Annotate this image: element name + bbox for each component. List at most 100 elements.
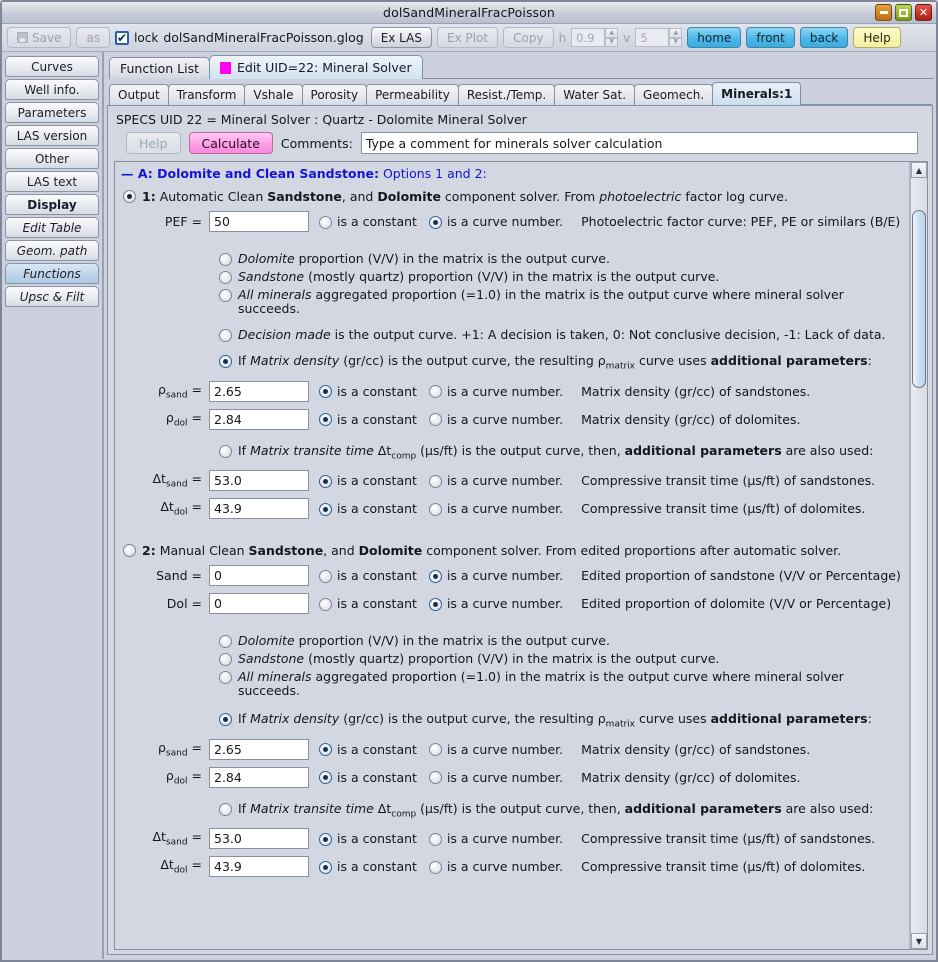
option2-dt-sand-input[interactable]: 53.0 (209, 828, 309, 849)
export-las-button[interactable]: Ex LAS (370, 27, 432, 48)
option1-radio[interactable] (123, 190, 136, 203)
option1-dt-dol-constant-option[interactable]: is a constant (319, 501, 417, 516)
option1-rho-sand-constant-radio[interactable] (319, 385, 332, 398)
option2-dt-dol-curve-radio[interactable] (428, 860, 442, 874)
option1-dt-dol-curve-option[interactable]: is a curve number. (428, 501, 563, 516)
pef-input[interactable]: 50 (209, 211, 309, 232)
pef-curve-radio[interactable] (428, 215, 442, 229)
option2-choice-sandstone[interactable]: Sandstone (mostly quartz) proportion (V/… (115, 652, 909, 666)
option2-sand-curve-radio[interactable] (428, 569, 442, 583)
tab-resist-temp[interactable]: Resist./Temp. (457, 84, 556, 105)
sidebar-item-upsc-filt[interactable]: Upsc & Filt (5, 286, 99, 307)
option2-rho-dol-constant-option[interactable]: is a constant (319, 770, 417, 785)
h-value[interactable]: 0.9 (571, 28, 606, 47)
option2-rho-sand-constant-radio[interactable] (319, 743, 332, 756)
option1-rho-dol-constant-option[interactable]: is a constant (319, 412, 417, 427)
save-button[interactable]: Save (7, 27, 72, 48)
sidebar-item-other[interactable]: Other (5, 148, 99, 169)
option2-rho-dol-input[interactable]: 2.84 (209, 766, 309, 788)
option2-rho-sand-curve-radio[interactable] (428, 743, 442, 756)
option2-dt-sand-constant-option[interactable]: is a constant (319, 831, 417, 846)
option2-rho-sand-input[interactable]: 2.65 (209, 738, 309, 760)
option1-transit-time-row[interactable]: If Matrix transite time Δtcomp (µs/ft) i… (115, 443, 909, 464)
copy-button[interactable]: Copy (503, 27, 554, 48)
pef-constant-option[interactable]: is a constant (319, 214, 417, 229)
tab-transform[interactable]: Transform (167, 84, 246, 105)
option1-row[interactable]: 1: Automatic Clean Sandstone, and Dolomi… (115, 183, 909, 204)
minimize-button[interactable] (875, 4, 892, 21)
option2-rho-dol-curve-radio[interactable] (428, 771, 442, 784)
tab-minerals[interactable]: Minerals:1 (712, 82, 802, 105)
option1-rho-sand-constant-option[interactable]: is a constant (319, 384, 417, 399)
option2-dt-dol-input[interactable]: 43.9 (209, 856, 309, 877)
option2-rho-dol-constant-radio[interactable] (319, 771, 332, 784)
sidebar-item-well-info[interactable]: Well info. (5, 79, 99, 100)
option2-choice-all-minerals-radio[interactable] (219, 671, 232, 684)
tab-water-sat[interactable]: Water Sat. (554, 84, 636, 105)
option1-choice-dolomite-radio[interactable] (219, 253, 232, 266)
scroll-up-arrow-icon[interactable]: ▲ (911, 162, 927, 178)
option1-choice-decision-made-radio[interactable] (219, 329, 232, 342)
panel-help-button[interactable]: Help (126, 132, 181, 154)
option2-dol-input[interactable]: 0 (209, 593, 309, 614)
sidebar-item-functions[interactable]: Functions (5, 263, 99, 284)
option1-dt-sand-curve-option[interactable]: is a curve number. (428, 473, 563, 488)
option2-dt-sand-curve-option[interactable]: is a curve number. (428, 831, 563, 846)
option2-dt-dol-constant-option[interactable]: is a constant (319, 859, 417, 874)
h-spin-arrows[interactable]: ▲ ▼ (605, 28, 619, 47)
v-spin-arrows[interactable]: ▲ ▼ (669, 28, 683, 47)
option2-rho-sand-curve-option[interactable]: is a curve number. (428, 742, 563, 757)
v-value[interactable]: 5 (635, 28, 670, 47)
v-spin-up-icon[interactable]: ▲ (669, 28, 683, 38)
sidebar-item-curves[interactable]: Curves (5, 56, 99, 77)
option1-rho-dol-curve-option[interactable]: is a curve number. (428, 412, 563, 427)
sidebar-item-las-text[interactable]: LAS text (5, 171, 99, 192)
option2-dt-dol-constant-radio[interactable] (319, 860, 332, 874)
option2-sand-constant-option[interactable]: is a constant (319, 568, 417, 583)
calculate-button[interactable]: Calculate (188, 132, 273, 154)
option1-dt-dol-input[interactable]: 43.9 (209, 498, 309, 519)
lock-checkbox[interactable]: ✔ (115, 30, 130, 45)
export-plot-button[interactable]: Ex Plot (436, 27, 499, 48)
option1-choice-all-minerals-radio[interactable] (219, 289, 232, 302)
option2-sand-input[interactable]: 0 (209, 565, 309, 586)
option1-dt-dol-constant-radio[interactable] (319, 502, 332, 516)
comments-input[interactable]: Type a comment for minerals solver calcu… (360, 132, 918, 154)
option1-dt-sand-constant-option[interactable]: is a constant (319, 473, 417, 488)
option1-choice-decision-made[interactable]: Decision made is the output curve. +1: A… (115, 328, 909, 342)
option2-choice-all-minerals[interactable]: All minerals aggregated proportion (=1.0… (115, 670, 909, 698)
h-stepper[interactable]: 0.9 ▲ ▼ (571, 28, 619, 47)
tab-output[interactable]: Output (109, 84, 169, 105)
option2-dol-curve-radio[interactable] (428, 597, 442, 611)
option2-dt-dol-curve-option[interactable]: is a curve number. (428, 859, 563, 874)
tab-function-list[interactable]: Function List (109, 57, 210, 79)
option2-matrix-density-radio[interactable] (219, 713, 232, 726)
option2-sand-curve-option[interactable]: is a curve number. (428, 568, 563, 583)
option2-sand-constant-radio[interactable] (319, 569, 332, 583)
option1-dt-sand-constant-radio[interactable] (319, 474, 332, 488)
scrollbar-track[interactable] (911, 178, 927, 933)
save-as-button[interactable]: as (76, 27, 111, 48)
option1-rho-dol-input[interactable]: 2.84 (209, 408, 309, 430)
option2-radio[interactable] (123, 544, 136, 557)
option2-dt-sand-curve-radio[interactable] (428, 832, 442, 846)
option2-dol-constant-radio[interactable] (319, 597, 332, 611)
tab-vshale[interactable]: Vshale (244, 84, 303, 105)
tab-permeability[interactable]: Permeability (366, 84, 459, 105)
pef-constant-radio[interactable] (319, 215, 332, 229)
pef-curve-option[interactable]: is a curve number. (428, 214, 563, 229)
option1-rho-dol-curve-radio[interactable] (428, 413, 442, 426)
home-button[interactable]: home (687, 27, 742, 48)
sidebar-item-parameters[interactable]: Parameters (5, 102, 99, 123)
option1-matrix-density-row[interactable]: If Matrix density (gr/cc) is the output … (115, 354, 909, 374)
v-stepper[interactable]: 5 ▲ ▼ (635, 28, 683, 47)
vertical-scrollbar[interactable]: ▲ ▼ (910, 162, 927, 949)
tab-edit-uid-22[interactable]: Edit UID=22: Mineral Solver (209, 55, 423, 79)
option1-matrix-density-radio[interactable] (219, 355, 232, 368)
option2-choice-dolomite[interactable]: Dolomite proportion (V/V) in the matrix … (115, 634, 909, 648)
option1-transit-time-radio[interactable] (219, 444, 232, 458)
option1-dt-dol-curve-radio[interactable] (428, 502, 442, 516)
help-button[interactable]: Help (853, 27, 901, 48)
option1-dt-sand-input[interactable]: 53.0 (209, 470, 309, 491)
option2-choice-sandstone-radio[interactable] (219, 653, 232, 666)
